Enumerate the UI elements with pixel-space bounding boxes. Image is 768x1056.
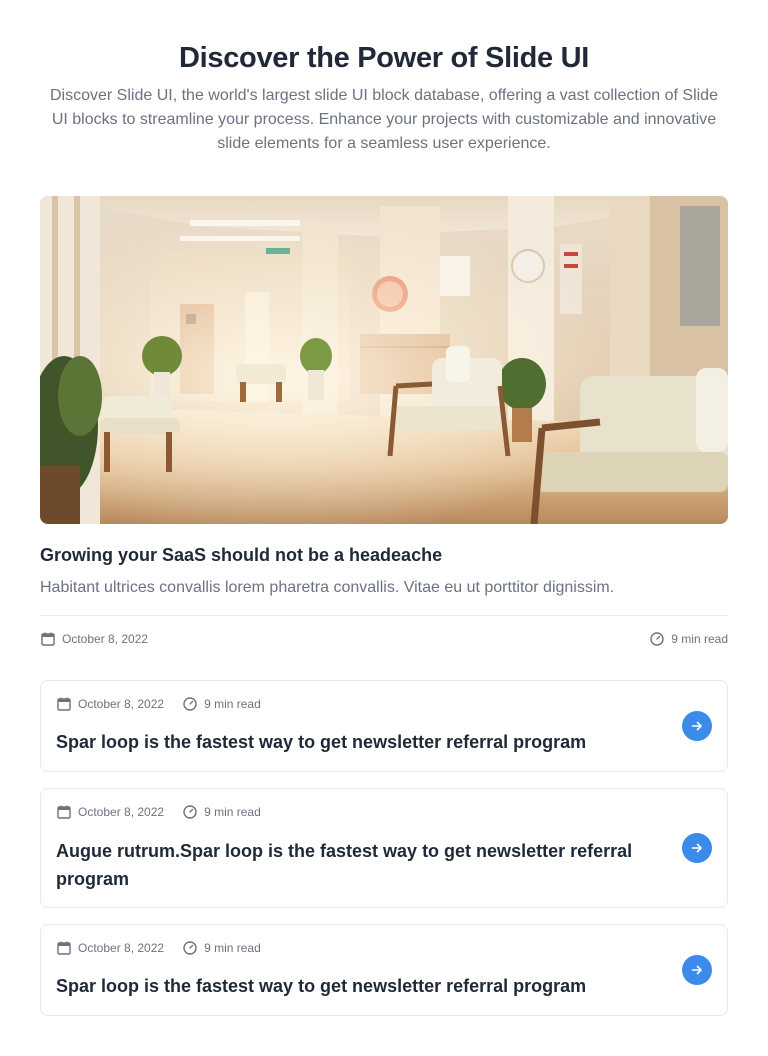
clock-icon xyxy=(182,696,198,712)
featured-read-time-text: 9 min read xyxy=(671,632,728,646)
page: Discover the Power of Slide UI Discover … xyxy=(0,0,768,1056)
card-title[interactable]: Augue rutrum.Spar loop is the fastest wa… xyxy=(56,837,656,893)
divider xyxy=(40,615,728,616)
clock-icon xyxy=(182,804,198,820)
page-subtitle: Discover Slide UI, the world's largest s… xyxy=(50,87,718,152)
featured-read-time: 9 min read xyxy=(649,631,728,647)
card-date: October 8, 2022 xyxy=(78,697,165,711)
featured-date-text: October 8, 2022 xyxy=(62,632,149,646)
article-card[interactable]: October 8, 2022 9 min read Spar loop is … xyxy=(40,924,728,1016)
arrow-right-button[interactable] xyxy=(682,955,712,985)
card-read-time: 9 min read xyxy=(204,805,261,819)
card-date: October 8, 2022 xyxy=(78,805,165,819)
hospital-waiting-room-photo xyxy=(40,196,728,524)
card-read-time: 9 min read xyxy=(204,697,261,711)
calendar-icon xyxy=(40,631,56,647)
featured-title[interactable]: Growing your SaaS should not be a headea… xyxy=(40,542,728,568)
arrow-right-icon xyxy=(691,965,702,975)
card-meta: October 8, 2022 9 min read xyxy=(56,696,261,712)
calendar-icon xyxy=(56,804,72,820)
article-card[interactable]: October 8, 2022 9 min read Spar loop is … xyxy=(40,680,728,772)
arrow-right-icon xyxy=(691,843,702,853)
card-meta: October 8, 2022 9 min read xyxy=(56,804,261,820)
card-title[interactable]: Spar loop is the fastest way to get news… xyxy=(56,728,656,756)
featured-date: October 8, 2022 xyxy=(40,631,148,647)
calendar-icon xyxy=(56,940,72,956)
card-title[interactable]: Spar loop is the fastest way to get news… xyxy=(56,972,656,1000)
clock-icon xyxy=(649,631,665,647)
featured-image[interactable] xyxy=(40,196,728,524)
arrow-right-button[interactable] xyxy=(682,711,712,741)
card-meta: October 8, 2022 9 min read xyxy=(56,940,261,956)
arrow-right-icon xyxy=(691,721,702,731)
card-date: October 8, 2022 xyxy=(78,941,165,955)
clock-icon xyxy=(182,940,198,956)
card-read-time: 9 min read xyxy=(204,941,261,955)
article-card[interactable]: October 8, 2022 9 min read Augue rutrum.… xyxy=(40,788,728,908)
arrow-right-button[interactable] xyxy=(682,833,712,863)
page-title: Discover the Power of Slide UI xyxy=(179,42,589,74)
featured-excerpt: Habitant ultrices convallis lorem pharet… xyxy=(40,579,615,596)
calendar-icon xyxy=(56,696,72,712)
